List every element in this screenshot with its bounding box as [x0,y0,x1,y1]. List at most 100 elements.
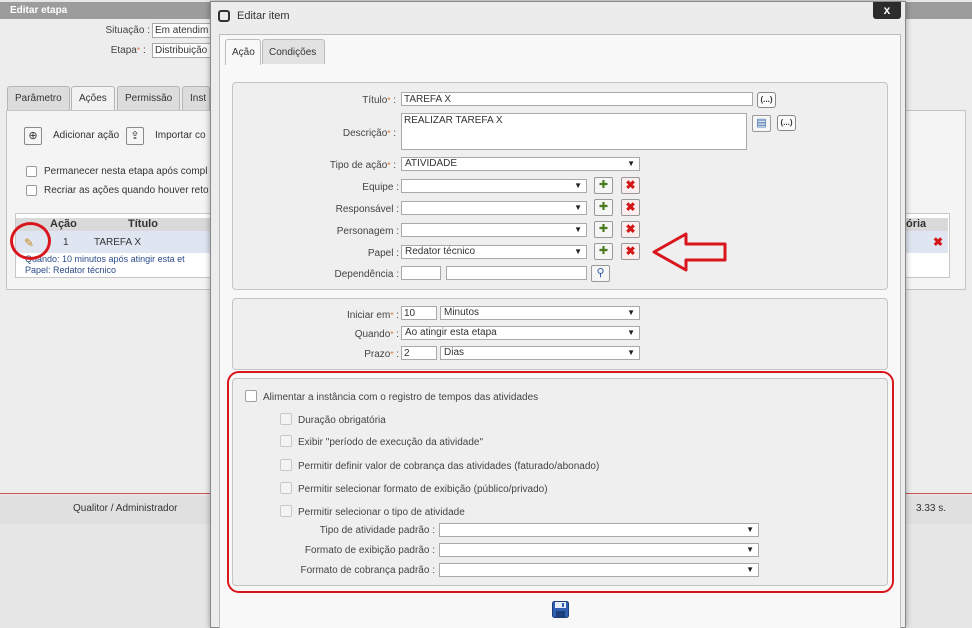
personagem-select[interactable]: ▼ [401,223,587,237]
iniciar-label: Iniciar em* : [346,310,399,321]
etapa-label: Etapa* [110,45,140,56]
add-action-label[interactable]: Adicionar ação [53,130,119,141]
cobranca-checkbox[interactable] [280,459,292,471]
alimentar-checkbox[interactable] [245,390,257,402]
papel-remove-icon[interactable]: ✖ [621,243,640,260]
quando-select[interactable]: Ao atingir esta etapa ▼ [401,326,640,340]
chevron-down-icon: ▼ [746,545,754,554]
iniciar-unit-value: Minutos [444,307,480,318]
papel-select[interactable]: Redator técnico ▼ [401,245,587,259]
close-button[interactable]: x [873,2,901,19]
iniciar-input[interactable]: 10 [401,306,437,320]
cobranca-padrao-select[interactable]: ▼ [439,563,759,577]
titulo-input[interactable]: TAREFA X [401,92,753,106]
tipo-acao-value: ATIVIDADE [405,158,458,169]
papel-add-icon[interactable]: ✚ [594,243,613,260]
equipe-remove-icon[interactable]: ✖ [621,177,640,194]
responsavel-label: Responsável : [335,204,399,215]
descricao-label: Descrição* : [342,128,396,139]
dependencia-name-input[interactable] [446,266,587,280]
col-right: ória [906,218,927,230]
chevron-down-icon: ▼ [627,348,635,357]
exibir-checkbox[interactable] [280,435,292,447]
tipo-padrao-select[interactable]: ▼ [439,523,759,537]
permanecer-label: Permanecer nesta etapa após compl [44,166,208,177]
chevron-down-icon: ▼ [574,247,582,256]
recriar-label: Recriar as ações quando houver reto [44,185,209,196]
alimentar-label: Alimentar a instância com o registro de … [263,392,539,403]
search-icon[interactable]: ⚲ [591,265,610,282]
equipe-select[interactable]: ▼ [401,179,587,193]
descricao-dots-button[interactable]: (...) [777,115,796,131]
personagem-remove-icon[interactable]: ✖ [621,221,640,238]
bg-tab-acoes[interactable]: Ações [71,86,115,111]
iniciar-unit-select[interactable]: Minutos ▼ [440,306,640,320]
save-icon[interactable] [552,601,569,618]
col-acao: Ação [50,218,77,230]
etapa-colon: : [143,45,146,56]
titulo-dots-button[interactable]: (...) [757,92,776,108]
edit-item-dialog: Editar item x Ação Condições Título* : T… [210,1,906,628]
chevron-down-icon: ▼ [627,159,635,168]
bg-tab-permissao[interactable]: Permissão [117,86,181,110]
chevron-down-icon: ▼ [746,565,754,574]
formato-padrao-label: Formato de exibição padrão : [304,545,435,556]
personagem-add-icon[interactable]: ✚ [594,221,613,238]
prazo-unit-select[interactable]: Dias ▼ [440,346,640,360]
dialog-title: Editar item [237,10,290,22]
import-action-icon[interactable]: ⇪ [126,127,144,145]
chevron-down-icon: ▼ [574,203,582,212]
row-detail-papel: Papel: Redator técnico [25,265,117,275]
tab-acao[interactable]: Ação [225,39,261,65]
tab-condicoes[interactable]: Condições [262,39,325,64]
annotation-arrow [652,232,727,272]
prazo-input[interactable]: 2 [401,346,437,360]
responsavel-add-icon[interactable]: ✚ [594,199,613,216]
import-action-label[interactable]: Importar co [155,130,206,141]
footer-user: Qualitor / Administrador [73,503,178,514]
formato-label: Permitir selecionar formato de exibição … [298,484,548,495]
equipe-add-icon[interactable]: ✚ [594,177,613,194]
duracao-checkbox[interactable] [280,413,292,425]
row-title: TAREFA X [94,237,142,248]
cobranca-padrao-label: Formato de cobrança padrão : [300,565,435,576]
book-icon[interactable]: ▤ [752,115,771,132]
prazo-unit-value: Dias [444,347,465,358]
tipo-acao-label: Tipo de ação* : [329,160,396,171]
add-action-icon[interactable]: ⊕ [24,127,42,145]
descricao-textarea[interactable]: REALIZAR TAREFA X [401,113,747,150]
formato-padrao-select[interactable]: ▼ [439,543,759,557]
exibir-label: Exibir "período de execução da atividade… [298,437,483,448]
tipo-acao-select[interactable]: ATIVIDADE ▼ [401,157,640,171]
responsavel-remove-icon[interactable]: ✖ [621,199,640,216]
dependencia-label: Dependência : [334,269,400,280]
formato-checkbox[interactable] [280,482,292,494]
papel-value: Redator técnico [405,246,476,257]
titulo-label: Título* : [362,95,396,106]
recriar-checkbox[interactable] [26,185,37,196]
bg-tab-parametro[interactable]: Parâmetro [7,86,70,110]
annotation-circle [10,222,51,260]
tipo-label: Permitir selecionar o tipo de atividade [298,507,465,518]
chevron-down-icon: ▼ [627,328,635,337]
col-titulo: Título [128,218,158,230]
footer-time: 3.33 s. [916,503,947,514]
dependencia-code-input[interactable] [401,266,441,280]
chevron-down-icon: ▼ [574,181,582,190]
etapa-field[interactable]: Distribuição [152,43,212,58]
tipo-checkbox[interactable] [280,505,292,517]
situacao-field[interactable]: Em atendim [152,23,212,38]
annotation-box [227,371,894,593]
prazo-label: Prazo* : [364,349,399,360]
permanecer-checkbox[interactable] [26,166,37,177]
cobranca-label: Permitir definir valor de cobrança das a… [298,461,600,472]
bg-tab-inst[interactable]: Inst [182,86,210,110]
row-remove-icon[interactable]: ✖ [933,235,943,249]
papel-label: Papel : [367,248,399,259]
chevron-down-icon: ▼ [627,308,635,317]
row-number: 1 [63,237,69,248]
chevron-down-icon: ▼ [746,525,754,534]
quando-value: Ao atingir esta etapa [405,327,497,338]
quando-label: Quando* : [354,329,399,340]
responsavel-select[interactable]: ▼ [401,201,587,215]
